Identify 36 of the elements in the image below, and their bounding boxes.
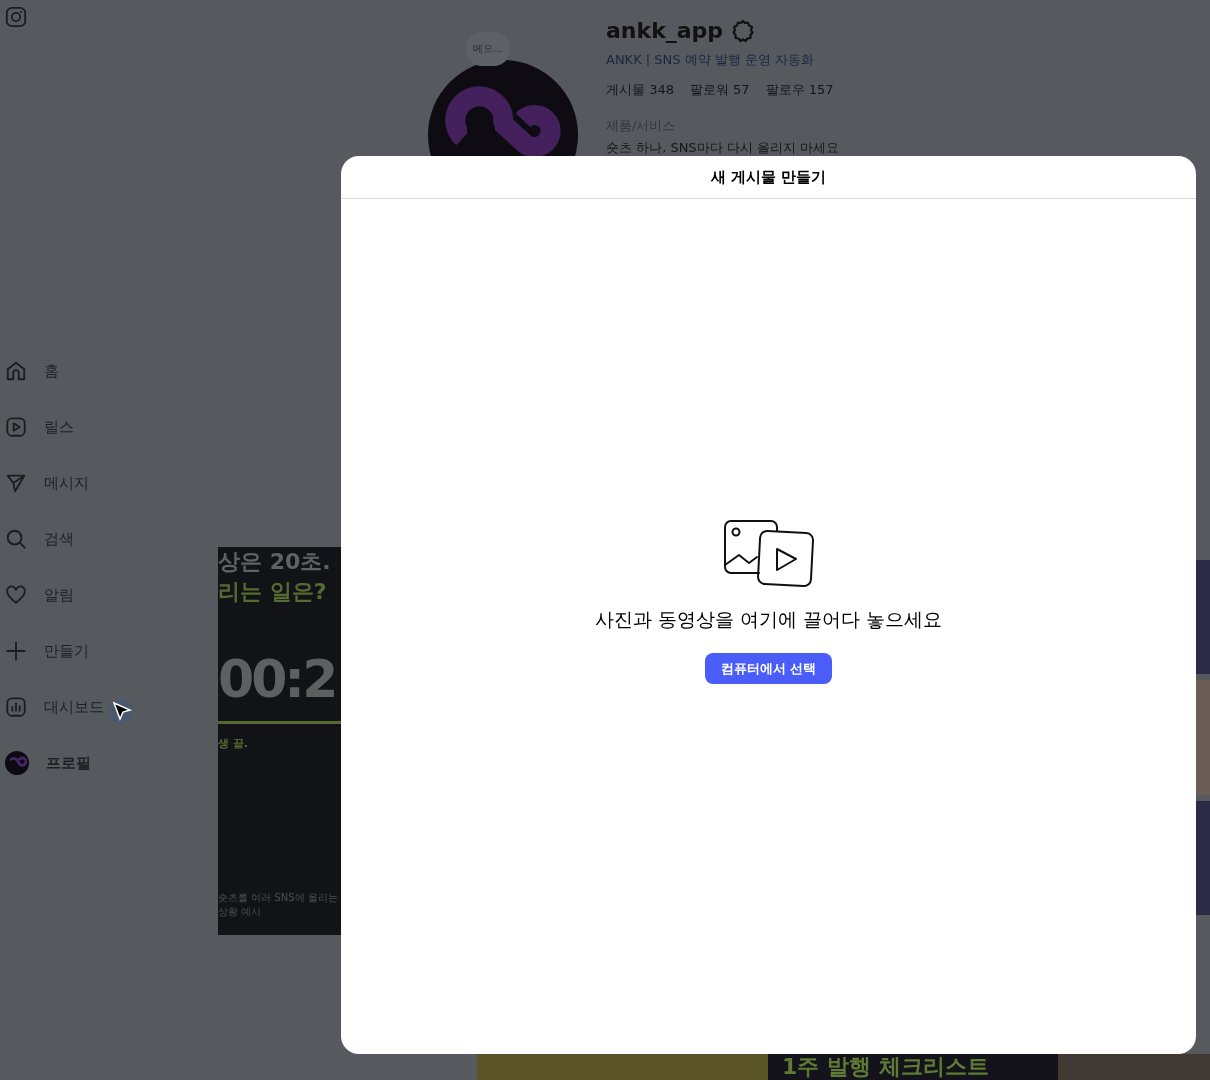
sidebar-item[interactable]: 릴스 xyxy=(5,399,74,455)
timer-text: 00:2 xyxy=(218,649,337,709)
username: ankk_app xyxy=(606,18,724,43)
bio-description: 숏츠 하나, SNS마다 다시 올리지 마세요 xyxy=(606,139,840,157)
avatar-icon xyxy=(5,751,29,775)
home-icon xyxy=(5,360,27,382)
sidebar-item[interactable]: 홈 xyxy=(5,343,59,399)
photo-video-icon xyxy=(722,519,815,589)
bar-chart-icon xyxy=(5,696,27,718)
sidebar-item[interactable]: 프로필 xyxy=(5,735,91,791)
plus-icon xyxy=(5,640,27,662)
post-headline: 상은 20초. xyxy=(218,548,332,576)
cursor-icon xyxy=(108,698,134,724)
bio-text: ANKK | SNS 예약 발행 운영 자동화 xyxy=(606,51,816,69)
paper-plane-icon xyxy=(5,472,27,494)
modal-title: 새 게시물 만들기 xyxy=(710,167,827,187)
sidebar-item[interactable]: 메시지 xyxy=(5,455,89,511)
post-thumbnail[interactable]: 1주 발행 체크리스트 xyxy=(768,1054,1058,1080)
heart-icon xyxy=(5,584,27,606)
select-from-computer-button[interactable]: 컴퓨터에서 선택 xyxy=(704,653,833,684)
post-thumbnail[interactable] xyxy=(1196,560,1210,915)
post-thumbnail[interactable] xyxy=(477,1054,768,1080)
stat-count[interactable]: 팔로우 157 xyxy=(765,81,834,99)
drop-prompt: 사진과 동영상을 여기에 끌어다 놓으세요 xyxy=(594,607,943,632)
post-headline: 리는 일은? xyxy=(218,578,328,606)
search-icon xyxy=(5,528,27,550)
camera-icon[interactable] xyxy=(5,6,27,28)
settings-icon[interactable] xyxy=(731,18,756,43)
stat-count[interactable]: 게시물 348 xyxy=(606,81,674,99)
sidebar-item[interactable]: 알림 xyxy=(5,567,74,623)
sidebar-item[interactable]: 만들기 xyxy=(5,623,89,679)
sidebar-item[interactable]: 대시보드 xyxy=(5,679,104,735)
stat-count[interactable]: 팔로워 57 xyxy=(689,81,750,99)
play-square-icon xyxy=(5,416,27,438)
post-caption: 생 끝. xyxy=(218,736,249,751)
sidebar-item[interactable]: 검색 xyxy=(5,511,74,567)
